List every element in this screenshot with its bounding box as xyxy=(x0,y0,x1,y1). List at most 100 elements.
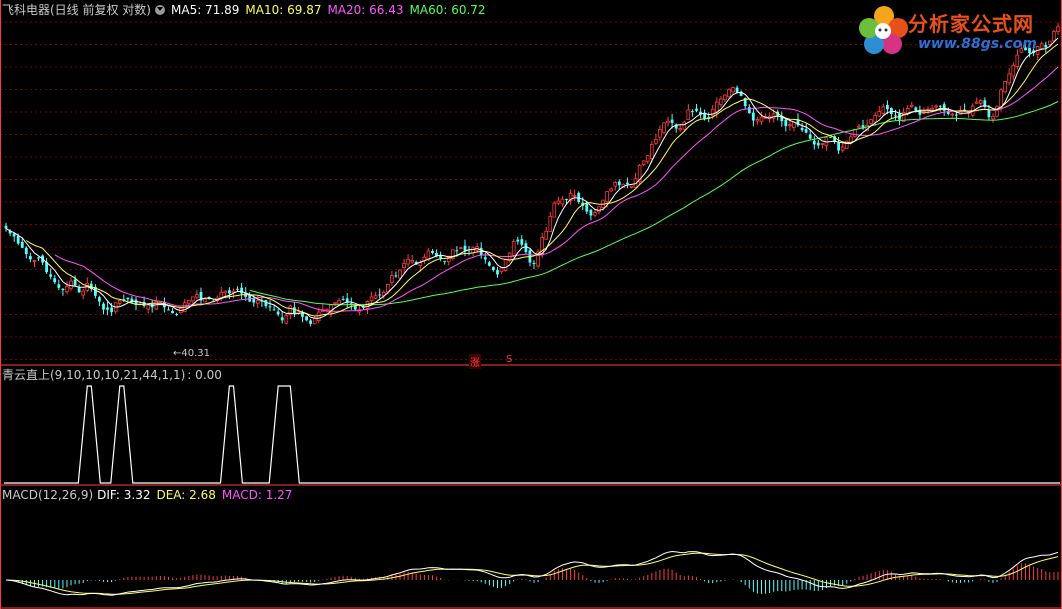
candle-body-down xyxy=(886,105,889,110)
logo-url: www.88gs.com xyxy=(918,36,1037,52)
candle-body-up xyxy=(312,317,317,325)
candle-body-up xyxy=(999,89,1003,109)
candle-body-up xyxy=(788,124,792,126)
candle-body-down xyxy=(431,251,434,253)
candle-body-up xyxy=(223,290,228,294)
indicator-line xyxy=(4,385,1060,484)
candle-body-up xyxy=(731,87,735,93)
candle-body-up xyxy=(499,267,504,273)
candle-body-down xyxy=(228,290,231,294)
candle-body-up xyxy=(857,125,861,128)
candle-body-up xyxy=(723,94,727,101)
candle-body-up xyxy=(654,138,658,144)
candle-body-up xyxy=(544,230,548,240)
candle-body-down xyxy=(455,250,459,252)
candle-body-up xyxy=(613,181,617,187)
dif-label: DIF: 3.32 xyxy=(97,488,151,502)
ma5-line xyxy=(5,37,1059,319)
candle-body-up xyxy=(678,128,682,131)
candle-body-down xyxy=(29,256,32,260)
candle-body-down xyxy=(61,288,65,290)
candle-body-down xyxy=(293,307,296,314)
candle-body-down xyxy=(305,316,308,321)
candle-body-down xyxy=(394,275,398,277)
candle-body-up xyxy=(552,202,557,218)
candle-body-down xyxy=(272,309,276,311)
candle-body-down xyxy=(812,140,816,145)
candle-body-up xyxy=(333,302,337,305)
candle-body-up xyxy=(81,290,86,296)
candle-body-up xyxy=(410,259,414,263)
candle-body-up xyxy=(950,113,955,116)
candle-body-up xyxy=(398,269,402,279)
candle-body-down xyxy=(301,313,304,317)
candle-body-up xyxy=(69,280,73,289)
candle-body-up xyxy=(629,185,634,188)
candle-body-up xyxy=(909,104,914,107)
candle-body-up xyxy=(560,198,565,205)
ma20-line xyxy=(54,66,1059,312)
indicator-title[interactable]: 青云直上(9,10,10,10,21,44,1,1) xyxy=(2,368,185,382)
candle-body-up xyxy=(32,259,37,262)
candle-body-up xyxy=(719,98,723,105)
candle-body-down xyxy=(565,198,568,201)
dropdown-icon[interactable] xyxy=(155,5,165,15)
candle-body-down xyxy=(735,87,739,93)
candle-body-down xyxy=(77,287,81,293)
candle-body-up xyxy=(203,298,207,303)
candle-body-down xyxy=(276,311,280,315)
candle-body-up xyxy=(390,275,394,283)
stock-title[interactable]: 飞科电器(日线 前复权 对数) xyxy=(2,3,151,17)
candle-body-down xyxy=(98,297,101,302)
candle-body-down xyxy=(483,257,487,260)
candle-body-down xyxy=(816,142,820,146)
candle-body-down xyxy=(171,311,174,314)
candle-body-down xyxy=(487,262,491,266)
candle-body-down xyxy=(496,270,499,275)
candle-body-down xyxy=(804,129,808,133)
candle-body-up xyxy=(869,119,873,124)
macd-value-label: MACD: 1.27 xyxy=(221,488,293,502)
candle-body-down xyxy=(252,298,256,303)
candle-body-up xyxy=(666,120,670,124)
candle-body-down xyxy=(341,298,345,300)
candle-body-up xyxy=(877,111,881,117)
candle-body-down xyxy=(106,307,109,310)
candle-body-down xyxy=(626,182,629,185)
macd-title[interactable]: MACD(12,26,9) xyxy=(2,488,93,502)
candle-body-up xyxy=(186,299,191,304)
candle-body-up xyxy=(65,286,69,293)
candle-body-down xyxy=(175,314,178,316)
candle-body-down xyxy=(463,245,467,251)
candle-body-down xyxy=(747,107,751,114)
candle-body-up xyxy=(385,283,390,293)
candle-body-up xyxy=(471,247,475,254)
candle-body-up xyxy=(641,160,646,165)
candle-body-down xyxy=(492,266,495,271)
candle-body-down xyxy=(829,136,832,138)
ma60-label: MA60: 60.72 xyxy=(409,3,486,17)
chart-svg xyxy=(0,0,1062,609)
candle-body-down xyxy=(617,181,621,186)
candle-body-down xyxy=(268,306,272,308)
candle-body-up xyxy=(658,128,662,138)
candle-body-up xyxy=(759,116,764,123)
candle-body-up xyxy=(755,119,760,122)
candle-body-down xyxy=(49,274,53,277)
candle-body-up xyxy=(117,299,122,304)
candle-body-up xyxy=(727,89,731,98)
candle-body-up xyxy=(881,106,886,114)
candle-body-up xyxy=(820,143,825,146)
candle-body-down xyxy=(24,247,28,255)
candle-body-down xyxy=(577,192,581,202)
candle-body-down xyxy=(309,320,312,324)
candle-body-down xyxy=(236,288,239,290)
candle-body-up xyxy=(255,299,260,304)
low-price-marker: ←40.31 xyxy=(173,348,211,359)
candle-body-down xyxy=(520,239,524,245)
candle-body-down xyxy=(914,107,918,111)
signal-tag-zhang: 涨 xyxy=(469,354,481,369)
candle-body-up xyxy=(840,146,845,151)
candle-body-up xyxy=(682,121,687,130)
chart-stage: 飞科电器(日线 前复权 对数) MA5: 71.89 MA10: 69.87 MA20… xyxy=(0,0,1062,609)
